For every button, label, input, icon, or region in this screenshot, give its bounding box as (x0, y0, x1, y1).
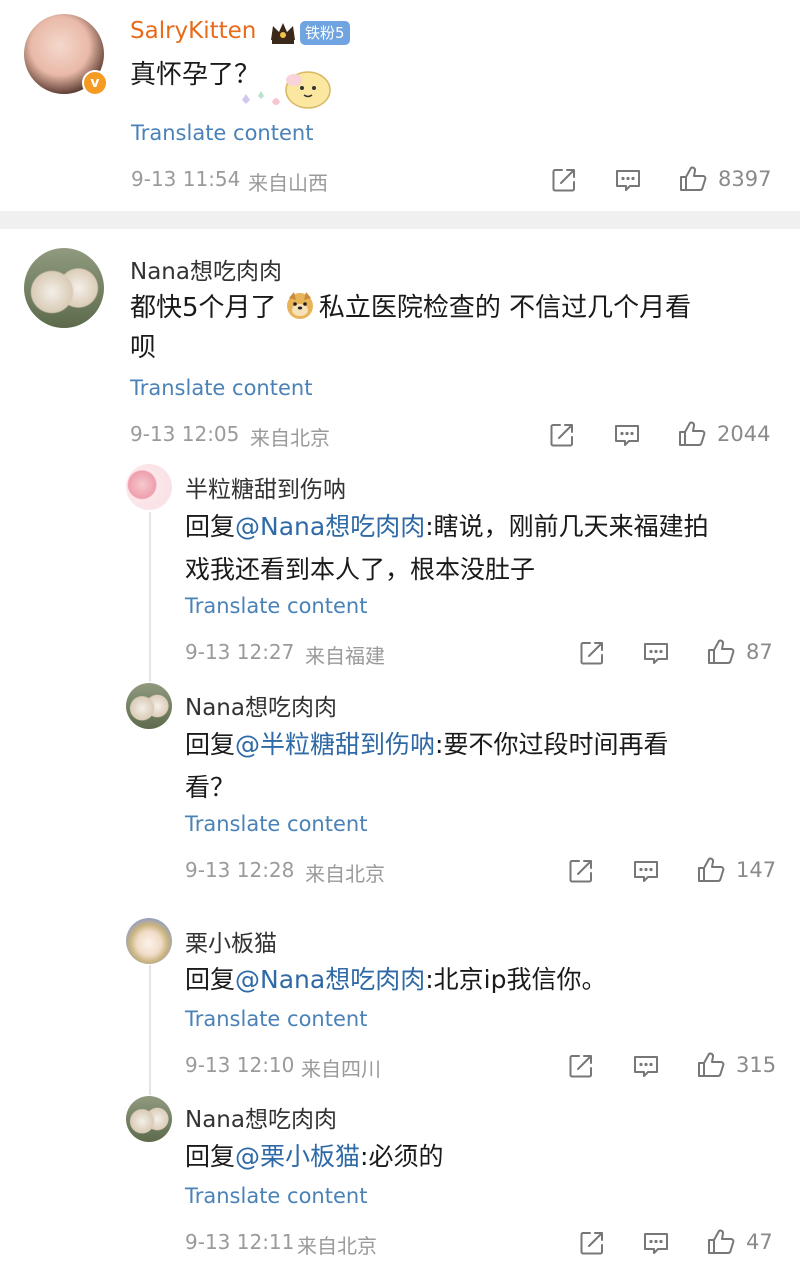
comment-icon[interactable] (612, 420, 642, 450)
avatar[interactable] (126, 1096, 172, 1142)
comment-icon[interactable] (641, 1228, 671, 1258)
comment-time: 9-13 12:05 (130, 422, 240, 446)
comment-icon[interactable] (641, 638, 671, 668)
comment-location: 来自北京 (297, 1234, 377, 1258)
comment-icon[interactable] (631, 856, 661, 886)
comment-time: 9-13 12:11 (185, 1230, 295, 1254)
reply-text: 回复@Nana想吃肉肉:瞎说，刚前几天来福建拍 戏我还看到本人了，根本没肚子 (185, 512, 709, 584)
sticker-icon (230, 60, 340, 116)
doge-emoji (285, 290, 315, 320)
username[interactable]: Nana想吃肉肉 (185, 1100, 337, 1134)
share-icon[interactable] (566, 856, 596, 886)
share-icon[interactable] (577, 638, 607, 668)
reply-text: 回复@半粒糖甜到伤呐:要不你过段时间再看 看？ (185, 730, 669, 802)
comment-time: 9-13 12:27 (185, 640, 295, 664)
thumbs-up-icon[interactable] (706, 1227, 736, 1257)
comment-location: 来自北京 (305, 862, 385, 886)
comment-location: 来自山西 (248, 171, 328, 195)
thumbs-up-icon[interactable] (706, 637, 736, 667)
username[interactable]: SalryKitten (130, 18, 256, 44)
username[interactable]: 半粒糖甜到伤呐 (185, 470, 346, 504)
username[interactable]: Nana想吃肉肉 (185, 688, 337, 722)
translate-link[interactable]: Translate content (185, 1184, 367, 1208)
comment-time: 9-13 12:10 (185, 1053, 295, 1077)
reply-text: 回复@Nana想吃肉肉:北京ip我信你。 (185, 965, 607, 994)
comment-icon[interactable] (631, 1051, 661, 1081)
comment-location: 来自四川 (301, 1057, 381, 1081)
like-count: 2044 (717, 422, 771, 446)
translate-link[interactable]: Translate content (130, 376, 312, 400)
avatar[interactable] (24, 248, 104, 328)
share-icon[interactable] (547, 420, 577, 450)
like-count: 315 (736, 1053, 777, 1077)
translate-link[interactable]: Translate content (185, 1007, 367, 1031)
comment-time: 9-13 12:28 (185, 858, 295, 882)
username[interactable]: 栗小板猫 (185, 924, 277, 958)
comment-location: 来自北京 (250, 426, 330, 450)
translate-link[interactable]: Translate content (185, 812, 367, 836)
mention-link[interactable]: @Nana想吃肉肉 (235, 965, 425, 994)
like-count: 147 (736, 858, 777, 882)
thread-line (149, 965, 151, 1095)
comment-location: 来自福建 (305, 644, 385, 668)
translate-link[interactable]: Translate content (131, 121, 313, 145)
like-count: 8397 (718, 167, 772, 191)
comment-time: 9-13 11:54 (131, 167, 241, 191)
crown-icon (268, 18, 298, 46)
thread-line (149, 512, 151, 682)
mention-link[interactable]: @半粒糖甜到伤呐 (235, 730, 435, 759)
thumbs-up-icon[interactable] (696, 1050, 726, 1080)
section-divider (0, 211, 800, 229)
thumbs-up-icon[interactable] (678, 164, 708, 194)
translate-link[interactable]: Translate content (185, 594, 367, 618)
share-icon[interactable] (577, 1228, 607, 1258)
share-icon[interactable] (566, 1051, 596, 1081)
avatar[interactable] (126, 683, 172, 729)
mention-link[interactable]: @栗小板猫 (235, 1142, 360, 1171)
reply-text: 回复@栗小板猫:必须的 (185, 1142, 444, 1171)
fan-badge: 铁粉5 (300, 21, 350, 45)
share-icon[interactable] (549, 165, 579, 195)
like-count: 47 (746, 1230, 773, 1254)
username[interactable]: Nana想吃肉肉 (130, 252, 282, 286)
comment-text: 都快5个月了 私立医院检查的 不信过几个月看 呗 (130, 288, 770, 368)
thumbs-up-icon[interactable] (677, 419, 707, 449)
avatar[interactable] (126, 918, 172, 964)
avatar[interactable] (126, 464, 172, 510)
comment-icon[interactable] (613, 165, 643, 195)
mention-link[interactable]: @Nana想吃肉肉 (235, 512, 425, 541)
thumbs-up-icon[interactable] (696, 855, 726, 885)
like-count: 87 (746, 640, 773, 664)
verified-v-icon: v (82, 70, 108, 96)
